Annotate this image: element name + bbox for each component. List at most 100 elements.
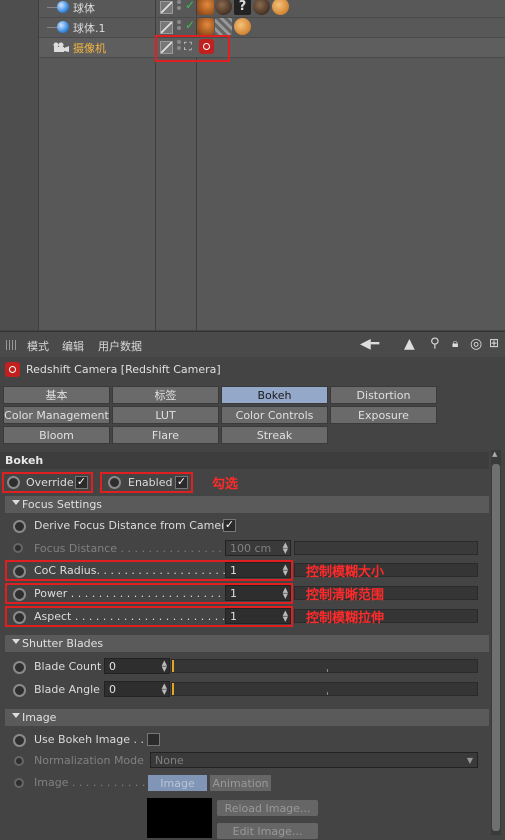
animate-radio-icon [14, 756, 24, 766]
animation-subtab[interactable]: Animation [209, 774, 272, 792]
highlight-box [5, 560, 293, 581]
blade-angle-slider[interactable] [171, 682, 478, 696]
tab-streak[interactable]: Streak [221, 426, 328, 444]
layer-icon[interactable] [160, 21, 173, 34]
enabled-check-icon[interactable]: ✓ [185, 18, 195, 32]
edit-image-button[interactable]: Edit Image... [216, 822, 319, 840]
animate-radio-icon [13, 543, 23, 553]
tab-bokeh[interactable]: Bokeh [221, 386, 328, 404]
coc-radius-row: CoC Radius. . . . . . . . . . . . . . . … [0, 560, 489, 582]
material-tag-icon[interactable] [253, 0, 270, 15]
annotation-aspect: 控制模糊拉伸 [306, 611, 385, 626]
focus-distance-row: Focus Distance . . . . . . . . . . . . .… [0, 538, 489, 560]
derive-focus-checkbox[interactable]: ✓ [223, 519, 236, 532]
blade-count-input[interactable]: 0 ▲ ▼ [104, 658, 170, 674]
object-row-sphere[interactable]: 球体 ✓ ? [39, 0, 505, 18]
layer-icon[interactable] [160, 1, 173, 14]
object-row-camera[interactable]: 摄像机 ⛶ [39, 38, 505, 58]
highlight-box [155, 35, 230, 62]
reload-image-button[interactable]: Reload Image... [216, 799, 319, 817]
tree-line [47, 27, 57, 28]
collapse-arrow-icon[interactable] [12, 639, 20, 644]
object-row-sphere-1[interactable]: 球体.1 ✓ [39, 18, 505, 38]
sphere-icon [57, 21, 69, 33]
tree-line [47, 7, 57, 8]
tab-flare[interactable]: Flare [112, 426, 219, 444]
object-header: Redshift Camera [Redshift Camera] [0, 357, 505, 383]
animate-radio-icon[interactable] [13, 734, 26, 747]
search-icon[interactable]: ⚲ [430, 336, 440, 351]
redshift-camera-icon [5, 362, 20, 377]
lock-icon[interactable]: 🔒︎ [452, 336, 458, 351]
blade-count-slider[interactable] [171, 659, 478, 673]
tab-tags[interactable]: 标签 [112, 386, 219, 404]
override-row: Override ✓ Enabled ✓ 勾选 [0, 471, 489, 493]
material-tag-icon[interactable] [234, 18, 251, 35]
image-preview [147, 798, 212, 838]
menu-userdata[interactable]: 用户数据 [98, 338, 142, 354]
scroll-up-icon[interactable]: ▲ [492, 450, 497, 458]
highlight-box [2, 472, 93, 493]
material-tag-icon[interactable] [197, 0, 214, 15]
section-header-bokeh: Bokeh [0, 452, 489, 469]
blade-count-label: Blade Count [34, 660, 102, 673]
scrollbar-thumb[interactable] [492, 464, 500, 831]
image-subtab[interactable]: Image [147, 774, 208, 792]
animate-radio-icon[interactable] [13, 684, 26, 697]
material-tag-icon[interactable] [197, 18, 214, 35]
collapse-arrow-icon[interactable] [12, 500, 20, 505]
blade-angle-label: Blade Angle [34, 683, 100, 696]
tab-basic[interactable]: 基本 [3, 386, 110, 404]
object-name[interactable]: 摄像机 [73, 40, 106, 56]
menu-mode[interactable]: 模式 [27, 338, 49, 354]
tab-exposure[interactable]: Exposure [330, 406, 437, 424]
material-tag-icon[interactable] [215, 0, 232, 15]
group-image[interactable]: Image [5, 709, 489, 726]
group-shutter-blades[interactable]: Shutter Blades [5, 635, 489, 652]
grip-icon[interactable] [6, 340, 18, 350]
object-name[interactable]: 球体.1 [73, 20, 106, 36]
material-tag-icon[interactable] [272, 0, 289, 15]
tab-distortion[interactable]: Distortion [330, 386, 437, 404]
animate-radio-icon[interactable] [13, 520, 26, 533]
back-arrow-icon[interactable]: ◀━ [360, 336, 379, 352]
power-row: Power . . . . . . . . . . . . . . . . . … [0, 583, 489, 605]
image-row: Image . . . . . . . . . . . Image Animat… [0, 772, 489, 794]
highlight-box [100, 472, 193, 493]
normalization-label: Normalization Mode [34, 754, 144, 767]
use-bokeh-image-checkbox[interactable] [147, 733, 160, 746]
object-name[interactable]: 球体 [73, 0, 95, 16]
derive-focus-label: Derive Focus Distance from Camera [34, 519, 233, 532]
normalization-dropdown[interactable]: None ▼ [150, 752, 478, 768]
blade-angle-row: Blade Angle 0 ▲ ▼ [0, 679, 489, 701]
image-label: Image . . . . . . . . . . . [34, 776, 146, 789]
material-tag-icon[interactable] [215, 18, 232, 35]
visibility-dots-icon[interactable] [177, 0, 182, 14]
tab-color-controls[interactable]: Color Controls [221, 406, 328, 424]
target-icon[interactable]: ◎ [470, 336, 482, 352]
group-focus-settings[interactable]: Focus Settings [5, 496, 489, 513]
focus-distance-slider [294, 541, 478, 555]
tab-bloom[interactable]: Bloom [3, 426, 110, 444]
enabled-check-icon[interactable]: ✓ [185, 0, 195, 12]
highlight-box [5, 583, 293, 604]
tab-lut[interactable]: LUT [112, 406, 219, 424]
new-panel-icon[interactable]: ⊞ [489, 336, 499, 350]
visibility-dots-icon[interactable] [177, 20, 182, 34]
up-arrow-icon[interactable]: ▲ [404, 336, 415, 352]
use-bokeh-image-label: Use Bokeh Image . . [34, 733, 144, 746]
blade-count-row: Blade Count 0 ▲ ▼ [0, 656, 489, 678]
highlight-box [5, 606, 293, 627]
tab-color-management[interactable]: Color Management [3, 406, 110, 424]
attribute-scrollbar[interactable]: ▲ [491, 450, 501, 835]
object-manager-left-column [0, 0, 39, 330]
animate-radio-icon[interactable] [13, 661, 26, 674]
missing-texture-icon[interactable]: ? [234, 0, 251, 15]
chevron-down-icon: ▼ [466, 756, 473, 765]
focus-distance-input[interactable]: 100 cm ▲ ▼ [225, 540, 291, 556]
blade-angle-input[interactable]: 0 ▲ ▼ [104, 681, 170, 697]
object-manager: 球体 ✓ ? 球体.1 ✓ 摄像机 ⛶ [0, 0, 505, 330]
sphere-icon [57, 1, 69, 13]
collapse-arrow-icon[interactable] [12, 713, 20, 718]
menu-edit[interactable]: 编辑 [62, 338, 84, 354]
